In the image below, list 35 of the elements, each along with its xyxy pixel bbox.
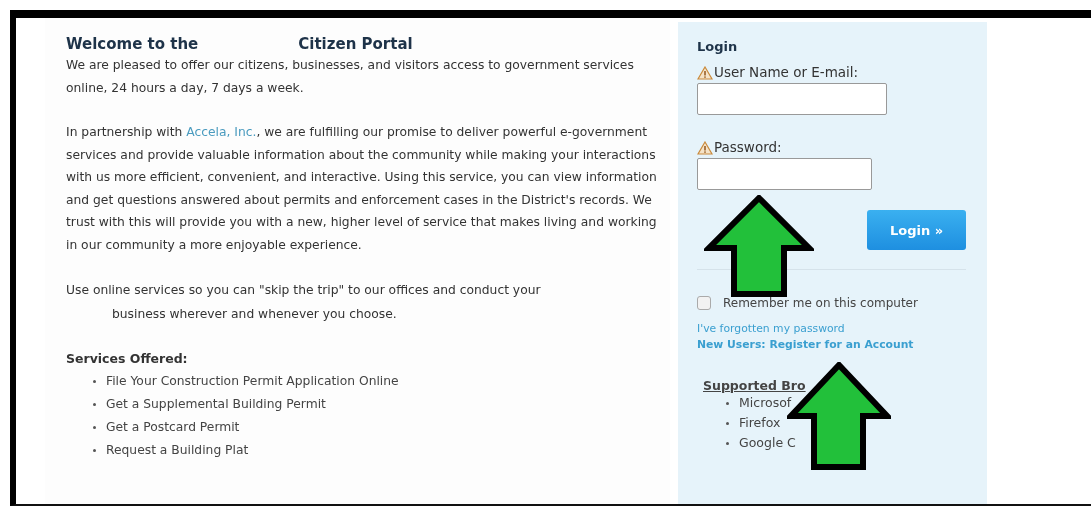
partnership-paragraph: In partnership with Accela, Inc., we are fulfilling our promise to deliver powerful e-government services and provide valuable information about the community while making your interactions with us more efficient, convenient, and interactive. Using this service, you can view information and get questions answered about permits and enforcement cases in the District's records. We trust with this will provide you with a new, higher level of service that makes living and working in our community a more enjoyable experience. (66, 124, 658, 254)
browser-item: Google C (739, 434, 796, 452)
username-field[interactable] (697, 83, 887, 115)
browser-item: Microsof (739, 394, 792, 412)
forgot-password-link[interactable]: I've forgotten my password (697, 321, 845, 337)
bullet-icon (726, 421, 729, 425)
password-label: Password: (714, 139, 782, 155)
username-label: User Name or E-mail: (714, 64, 859, 80)
service-item: Get a Postcard Permit (106, 419, 240, 436)
bullet-icon (93, 426, 96, 429)
welcome-title: Welcome to the (66, 34, 199, 54)
welcome-title: Citizen Portal (298, 34, 413, 54)
accela-link[interactable]: Accela, Inc. (186, 125, 257, 139)
bullet-icon (93, 403, 96, 406)
intro-paragraph: We are pleased to offer our citizens, businesses, and visitors access to government services online, 24 hours a day, 7 days a week. (66, 57, 635, 97)
bullet-icon (93, 380, 96, 383)
register-link[interactable]: New Users: Register for an Account (697, 337, 914, 353)
login-button[interactable]: Login » (867, 210, 966, 250)
browser-item: Firefox (739, 414, 781, 432)
service-item: Request a Building Plat (106, 442, 249, 459)
remember-label: Remember me on this computer (723, 296, 918, 310)
skip-trip-text: business wherever and whenever you choose. (111, 306, 398, 323)
warning-icon (697, 141, 713, 155)
skip-trip-text: Use online services so you can "skip the trip" to our offices and conduct your (66, 282, 542, 299)
warning-icon (697, 66, 713, 80)
bullet-icon (726, 401, 729, 405)
service-item: Get a Supplemental Building Permit (106, 396, 326, 413)
service-item: File Your Construction Permit Application Online (106, 373, 399, 390)
services-heading: Services Offered: (66, 350, 189, 368)
remember-checkbox[interactable] (697, 296, 711, 310)
password-field[interactable] (697, 158, 872, 190)
login-title: Login (697, 39, 739, 54)
browsers-heading: Supported Bro (703, 378, 806, 393)
bullet-icon (93, 449, 96, 452)
bullet-icon (726, 441, 729, 445)
